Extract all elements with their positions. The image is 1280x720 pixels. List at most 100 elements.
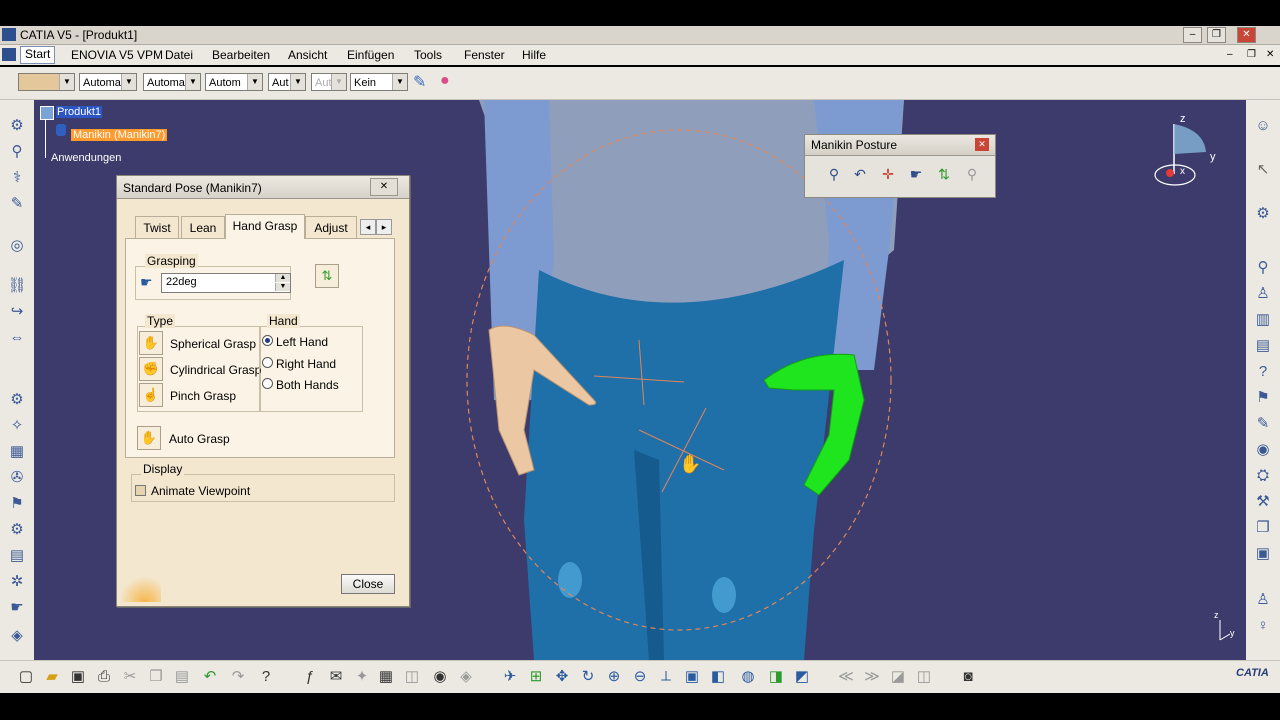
open-folder-icon[interactable]: ❐ bbox=[1253, 518, 1273, 538]
menu-start[interactable]: Start bbox=[20, 46, 56, 64]
posture-icon[interactable]: ♙ bbox=[1253, 284, 1273, 304]
posture-editor-icon[interactable]: ⚕ bbox=[7, 168, 27, 188]
color-combo[interactable]: ▼ bbox=[18, 73, 75, 91]
doc-close-button[interactable]: ✕ bbox=[1266, 49, 1274, 60]
animate-viewpoint-checkbox[interactable] bbox=[135, 485, 146, 496]
segments-icon[interactable]: ▥ bbox=[1253, 310, 1273, 330]
forward-kinematics-icon[interactable]: ↶ bbox=[849, 163, 871, 185]
print-icon[interactable]: ⎙ bbox=[94, 667, 114, 687]
comment-icon[interactable]: ✉ bbox=[326, 667, 346, 687]
right-hand-radio[interactable] bbox=[262, 357, 273, 368]
manikin-inventory-icon[interactable]: ⚙ bbox=[7, 116, 27, 136]
spinner-up-icon[interactable]: ▲ bbox=[275, 274, 290, 282]
tree-node-manikin[interactable]: Manikin (Manikin7) bbox=[71, 129, 168, 141]
standard-pose-icon[interactable]: ☛ bbox=[905, 163, 927, 185]
menu-datei[interactable]: Datei bbox=[165, 48, 193, 62]
menu-enovia[interactable]: ENOVIA V5 VPM bbox=[71, 48, 163, 62]
layer-combo[interactable]: Kein ▼ bbox=[350, 73, 408, 91]
menu-fenster[interactable]: Fenster bbox=[464, 48, 505, 62]
attach-icon[interactable]: ⛓ bbox=[7, 276, 27, 296]
swap-visible-space-icon[interactable]: ◩ bbox=[792, 667, 812, 687]
tab-adjust-elbow[interactable]: Adjust Elb bbox=[305, 216, 357, 239]
zoom-out-icon[interactable]: ⊖ bbox=[630, 667, 650, 687]
close-window-button[interactable]: ✕ bbox=[1237, 27, 1256, 43]
distance-icon[interactable]: ⇔ bbox=[7, 328, 27, 348]
posture-editor-icon[interactable]: ⚲ bbox=[823, 163, 845, 185]
anthropometry-icon[interactable]: ✇ bbox=[7, 468, 27, 488]
left-hand-label[interactable]: Left Hand bbox=[276, 335, 328, 349]
zoom-in-icon[interactable]: ⊕ bbox=[604, 667, 624, 687]
auto-grasp-icon[interactable]: ✋ bbox=[137, 426, 161, 450]
doc-restore-button[interactable]: ❐ bbox=[1247, 49, 1256, 60]
multi-view-icon[interactable]: ▣ bbox=[682, 667, 702, 687]
point-combo[interactable]: Aut ▼ bbox=[268, 73, 306, 91]
manikin-new-icon[interactable]: ☺ bbox=[1253, 116, 1273, 136]
ergonomics-icon[interactable]: ⚙ bbox=[7, 520, 27, 540]
grasping-spinner[interactable]: 22deg ▲ ▼ bbox=[161, 273, 291, 293]
tab-twist[interactable]: Twist bbox=[135, 216, 179, 239]
compass-base[interactable] bbox=[1154, 164, 1196, 186]
pinch-grasp-label[interactable]: Pinch Grasp bbox=[170, 389, 236, 403]
menu-hilfe[interactable]: Hilfe bbox=[522, 48, 546, 62]
document-icon[interactable] bbox=[2, 48, 16, 61]
menu-ansicht[interactable]: Ansicht bbox=[288, 48, 327, 62]
paste-icon[interactable]: ▤ bbox=[172, 667, 192, 687]
redo-icon[interactable]: ↷ bbox=[228, 667, 248, 687]
properties-icon[interactable]: ▤ bbox=[1253, 336, 1273, 356]
cylindrical-grasp-icon[interactable]: ✊ bbox=[139, 357, 163, 381]
animate-viewpoint-label[interactable]: Animate Viewpoint bbox=[151, 484, 250, 498]
both-hands-radio[interactable] bbox=[262, 378, 273, 389]
graphic-properties-icon[interactable]: ● bbox=[440, 72, 450, 90]
forward-kinematics-icon[interactable]: ⚙ bbox=[7, 390, 27, 410]
normal-view-icon[interactable]: ⟂ bbox=[656, 667, 676, 687]
linetype-combo[interactable]: Automa ▼ bbox=[143, 73, 201, 91]
whats-this-icon[interactable]: ? bbox=[256, 667, 276, 687]
grid-icon[interactable]: ▤ bbox=[7, 546, 27, 566]
painter-icon[interactable]: ✎ bbox=[413, 72, 426, 92]
close-button[interactable]: Close bbox=[341, 574, 395, 594]
compass-plane[interactable] bbox=[1174, 124, 1206, 154]
edit-icon[interactable]: ✎ bbox=[1253, 414, 1273, 434]
spinner-down-icon[interactable]: ▼ bbox=[275, 283, 290, 291]
tree-node-anwendungen[interactable]: Anwendungen bbox=[51, 152, 121, 164]
measure-icon[interactable]: ✦ bbox=[352, 667, 372, 687]
ik-icon[interactable]: ✧ bbox=[7, 416, 27, 436]
undo-icon[interactable]: ↶ bbox=[200, 667, 220, 687]
copy-icon[interactable]: ❐ bbox=[146, 667, 166, 687]
fit-all-icon[interactable]: ⊞ bbox=[526, 667, 546, 687]
save-icon[interactable]: ▣ bbox=[1253, 544, 1273, 564]
restore-button[interactable]: ❐ bbox=[1207, 27, 1226, 43]
fly-mode-icon[interactable]: ✈ bbox=[500, 667, 520, 687]
select-manikin-icon[interactable]: ⚙ bbox=[1253, 204, 1273, 224]
pan-icon[interactable]: ✥ bbox=[552, 667, 572, 687]
new-file-icon[interactable]: ▢ bbox=[16, 667, 36, 687]
animation-icon[interactable]: ✲ bbox=[7, 572, 27, 592]
walk-icon[interactable]: ⚑ bbox=[1253, 388, 1273, 408]
formula-icon[interactable]: ƒ bbox=[300, 667, 320, 687]
manikin-figure-icon[interactable]: ♀ bbox=[1253, 616, 1273, 636]
doc-minimize-button[interactable]: – bbox=[1227, 49, 1233, 60]
analysis-icon[interactable]: ⚑ bbox=[7, 494, 27, 514]
constraint-icon[interactable]: ▦ bbox=[7, 442, 27, 462]
transparency-combo[interactable]: Automa ▼ bbox=[79, 73, 137, 91]
tab-scroll-left[interactable]: ◂ bbox=[360, 219, 376, 235]
spherical-grasp-label[interactable]: Spherical Grasp bbox=[170, 337, 256, 351]
cylindrical-grasp-label[interactable]: Cylindrical Grasp bbox=[170, 363, 261, 377]
spherical-grasp-icon[interactable]: ✋ bbox=[139, 331, 163, 355]
reach-icon[interactable]: ⚲ bbox=[7, 142, 27, 162]
clash-icon[interactable]: ◉ bbox=[430, 667, 450, 687]
open-file-icon[interactable]: ▰ bbox=[42, 667, 62, 687]
measure-icon[interactable]: ✎ bbox=[7, 194, 27, 214]
save-icon[interactable]: ▣ bbox=[68, 667, 88, 687]
reach-mode-icon[interactable]: ↪ bbox=[7, 302, 27, 322]
left-hand-radio[interactable] bbox=[262, 335, 273, 346]
table-icon[interactable]: ▦ bbox=[376, 667, 396, 687]
shading-icon[interactable]: ◍ bbox=[738, 667, 758, 687]
menu-einfuegen[interactable]: Einfügen bbox=[347, 48, 394, 62]
help-icon[interactable]: ? bbox=[1253, 362, 1273, 382]
pinch-grasp-icon[interactable]: ☝ bbox=[139, 383, 163, 407]
lineweight-combo[interactable]: Autom ▼ bbox=[205, 73, 263, 91]
tools-icon[interactable]: ⚒ bbox=[1253, 492, 1273, 512]
hide-show-icon[interactable]: ◨ bbox=[766, 667, 786, 687]
eye-icon[interactable]: ◉ bbox=[1253, 440, 1273, 460]
